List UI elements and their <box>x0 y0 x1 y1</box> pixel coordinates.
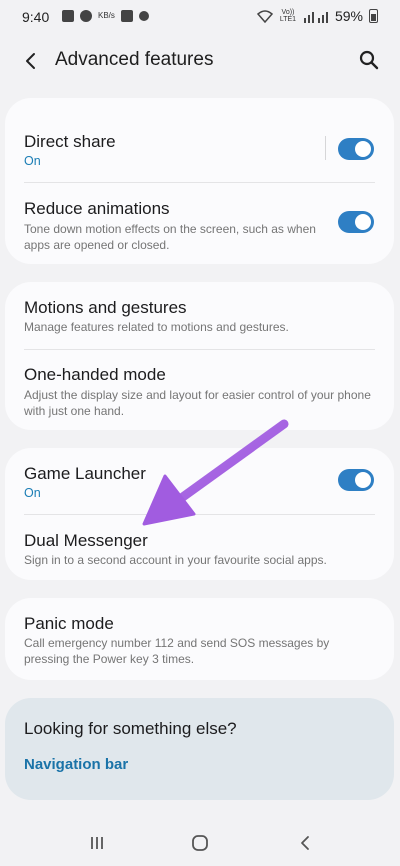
home-button[interactable] <box>183 830 217 856</box>
app-bar: Advanced features <box>0 34 400 86</box>
status-time: 9:40 <box>22 9 50 25</box>
setting-title: Game Launcher <box>24 464 146 483</box>
setting-motions-gestures[interactable]: Motions and gestures Manage features rel… <box>5 282 394 348</box>
setting-description: Manage features related to motions and g… <box>24 320 289 334</box>
search-icon <box>359 50 379 70</box>
setting-dual-messenger[interactable]: Dual Messenger Sign in to a second accou… <box>5 515 394 580</box>
setting-title: Direct share <box>24 132 116 151</box>
home-icon <box>192 835 208 851</box>
help-title: Looking for something else? <box>24 719 237 738</box>
setting-title: Motions and gestures <box>24 298 187 317</box>
setting-game-launcher[interactable]: Game Launcher On <box>5 448 394 514</box>
reduce-animations-toggle[interactable] <box>338 211 374 233</box>
setting-description: Adjust the display size and layout for e… <box>24 388 371 418</box>
setting-description: Call emergency number 112 and send SOS m… <box>24 636 330 666</box>
setting-status: On <box>24 154 41 168</box>
messenger-icon <box>80 10 92 22</box>
signal-icon <box>303 11 328 23</box>
recents-button[interactable] <box>80 830 114 856</box>
setting-status: On <box>24 486 41 500</box>
wifi-icon <box>256 9 273 23</box>
chevron-left-icon <box>26 53 35 69</box>
navigation-bar-link[interactable]: Navigation bar <box>24 756 128 773</box>
setting-title: Dual Messenger <box>24 531 148 550</box>
setting-title: One-handed mode <box>24 365 166 384</box>
setting-one-handed-mode[interactable]: One-handed mode Adjust the display size … <box>5 350 394 430</box>
setting-description: Sign in to a second account in your favo… <box>24 553 327 567</box>
direct-share-toggle[interactable] <box>338 138 374 160</box>
setting-title: Panic mode <box>24 614 114 633</box>
settings-card-2: Motions and gestures Manage features rel… <box>5 282 394 430</box>
setting-direct-share[interactable]: Direct share On <box>5 98 394 180</box>
sync-icon <box>138 11 149 21</box>
data-speed-label: KB/s <box>98 11 115 20</box>
message-icon <box>62 10 74 22</box>
lte-label: Vo)) LTE1 <box>279 9 297 23</box>
status-bar: 9:40 KB/s Vo)) LTE1 59% <box>0 0 400 34</box>
gallery-icon <box>120 10 133 22</box>
battery-percent: 59% <box>334 8 363 24</box>
row-separator <box>325 136 326 160</box>
setting-description: Tone down motion effects on the screen, … <box>24 222 316 252</box>
back-button[interactable] <box>16 46 46 76</box>
notification-icons: KB/s <box>62 10 149 22</box>
settings-card-1: Direct share On Reduce animations Tone d… <box>5 98 394 264</box>
recents-icon <box>91 837 103 849</box>
game-launcher-toggle[interactable] <box>338 469 374 491</box>
page-title: Advanced features <box>55 49 214 70</box>
settings-card-4: Panic mode Call emergency number 112 and… <box>5 598 394 680</box>
battery-icon <box>369 9 378 23</box>
search-button[interactable] <box>354 45 384 75</box>
status-right: Vo)) LTE1 59% <box>256 8 378 24</box>
setting-title: Reduce animations <box>24 199 170 218</box>
system-nav-bar <box>0 818 400 866</box>
back-icon <box>301 836 309 850</box>
setting-panic-mode[interactable]: Panic mode Call emergency number 112 and… <box>5 598 394 680</box>
nav-back-button[interactable] <box>288 830 322 856</box>
help-card: Looking for something else? Navigation b… <box>5 698 394 800</box>
setting-reduce-animations[interactable]: Reduce animations Tone down motion effec… <box>5 183 394 264</box>
settings-card-3: Game Launcher On Dual Messenger Sign in … <box>5 448 394 580</box>
